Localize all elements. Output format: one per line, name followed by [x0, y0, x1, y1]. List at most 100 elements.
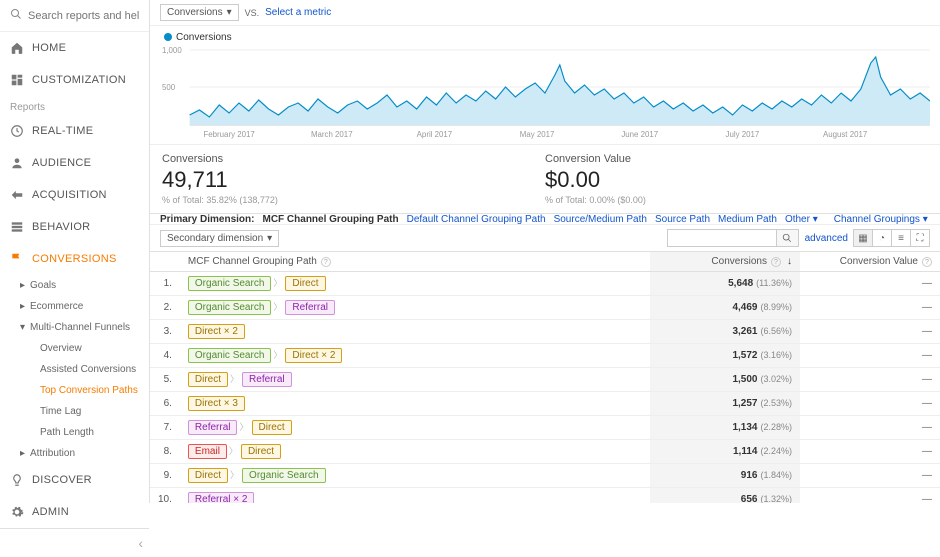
col-conversions-header[interactable]: Conversions?↓ — [650, 252, 800, 272]
chevron-down-icon: ▾ — [227, 7, 232, 18]
col-value-header[interactable]: Conversion Value? — [800, 252, 940, 272]
row-value: — — [800, 440, 940, 464]
nav-home-label: HOME — [32, 42, 66, 54]
row-index: 7. — [150, 416, 180, 440]
channel-tag: Direct — [188, 372, 228, 387]
row-value: — — [800, 416, 940, 440]
row-path: Organic Search〉Direct — [180, 272, 650, 296]
view-toggles: ▦ ◔ ≡ ⛶ — [854, 229, 930, 247]
sub-mcf-assisted[interactable]: Assisted Conversions — [0, 359, 149, 380]
row-value: — — [800, 392, 940, 416]
path-arrow-icon: 〉 — [229, 444, 238, 457]
sub-ecommerce[interactable]: ▸Ecommerce — [0, 296, 149, 317]
table-search-button[interactable] — [777, 229, 799, 247]
sidebar-search[interactable] — [0, 0, 149, 32]
metric-dropdown[interactable]: Conversions▾ — [160, 4, 239, 21]
row-path: Email〉Direct — [180, 440, 650, 464]
help-icon: ? — [321, 257, 331, 267]
row-conversions: 1,257(2.53%) — [650, 392, 800, 416]
sub-mcf-time-lag[interactable]: Time Lag — [0, 401, 149, 422]
view-percentage-button[interactable]: ◔ — [872, 229, 892, 247]
table-row[interactable]: 8.Email〉Direct1,114(2.24%)— — [150, 440, 940, 464]
acquisition-icon — [10, 188, 24, 202]
primary-dimension-row: Primary Dimension: MCF Channel Grouping … — [150, 214, 940, 225]
nav-behavior[interactable]: BEHAVIOR — [0, 211, 149, 243]
table-row[interactable]: 5.Direct〉Referral1,500(3.02%)— — [150, 368, 940, 392]
view-pivot-button[interactable]: ⛶ — [910, 229, 930, 247]
path-arrow-icon: 〉 — [230, 372, 239, 385]
chevron-down-icon: ▾ — [267, 233, 272, 244]
sub-mcf-top-paths[interactable]: Top Conversion Paths — [0, 380, 149, 401]
conversions-chart: 1,000 500 February 2017March 2017April 2… — [160, 45, 930, 140]
row-path: Referral〉Direct — [180, 416, 650, 440]
row-value: — — [800, 464, 940, 488]
row-path: Organic Search〉Direct × 2 — [180, 344, 650, 368]
table-row[interactable]: 7.Referral〉Direct1,134(2.28%)— — [150, 416, 940, 440]
svg-text:July 2017: July 2017 — [726, 130, 760, 139]
help-icon: ? — [922, 257, 932, 267]
search-input[interactable] — [28, 10, 139, 22]
sub-mcf-path-length[interactable]: Path Length — [0, 422, 149, 443]
nav-audience[interactable]: AUDIENCE — [0, 147, 149, 179]
channel-tag: Direct × 3 — [188, 396, 245, 411]
dim-link[interactable]: Source/Medium Path — [554, 214, 647, 225]
channel-tag: Referral × 2 — [188, 492, 255, 503]
nav-admin[interactable]: ADMIN — [0, 496, 149, 528]
row-index: 6. — [150, 392, 180, 416]
col-path-header[interactable]: MCF Channel Grouping Path? — [180, 252, 650, 272]
nav-conversions[interactable]: CONVERSIONS — [0, 243, 149, 275]
sidebar-collapse-button[interactable]: ‹ — [0, 528, 149, 557]
nav-realtime[interactable]: REAL-TIME — [0, 115, 149, 147]
search-icon — [10, 8, 22, 23]
table-row[interactable]: 6. Direct × 3 1,257(2.53%)— — [150, 392, 940, 416]
sub-mcf[interactable]: ▾Multi-Channel Funnels — [0, 317, 149, 338]
channel-tag: Direct × 2 — [285, 348, 342, 363]
nav-conversions-label: CONVERSIONS — [32, 253, 117, 265]
dashboard-icon — [10, 73, 24, 87]
legend-color — [164, 33, 172, 41]
view-performance-button[interactable]: ≡ — [891, 229, 911, 247]
paths-table: MCF Channel Grouping Path? Conversions?↓… — [150, 252, 940, 503]
table-row[interactable]: 2.Organic Search〉Referral4,469(8.99%)— — [150, 296, 940, 320]
table-row[interactable]: 9.Direct〉Organic Search916(1.84%)— — [150, 464, 940, 488]
secondary-dimension-dropdown[interactable]: Secondary dimension▾ — [160, 230, 279, 247]
summary-value-label: Conversion Value — [545, 153, 928, 165]
dim-link[interactable]: Other ▾ — [785, 214, 818, 225]
dim-link[interactable]: Default Channel Grouping Path — [407, 214, 546, 225]
nav-admin-label: ADMIN — [32, 506, 69, 518]
sub-mcf-overview[interactable]: Overview — [0, 338, 149, 359]
nav-discover-label: DISCOVER — [32, 474, 92, 486]
table-search — [667, 229, 799, 247]
chart-controls: Conversions▾ VS. Select a metric — [150, 0, 940, 26]
channel-tag: Organic Search — [188, 300, 271, 315]
sub-goals[interactable]: ▸Goals — [0, 275, 149, 296]
table-row[interactable]: 4.Organic Search〉Direct × 21,572(3.16%)— — [150, 344, 940, 368]
table-search-input[interactable] — [667, 229, 777, 247]
summary-conversions-value: 49,711 — [162, 167, 545, 193]
table-row[interactable]: 3.Direct × 23,261(6.56%)— — [150, 320, 940, 344]
path-arrow-icon: 〉 — [239, 420, 248, 433]
channel-tag: Organic Search — [188, 348, 271, 363]
dim-link[interactable]: Medium Path — [718, 214, 777, 225]
nav-customization[interactable]: CUSTOMIZATION — [0, 64, 149, 96]
select-metric-link[interactable]: Select a metric — [265, 7, 331, 18]
sub-attribution[interactable]: ▸Attribution — [0, 443, 149, 464]
dim-link[interactable]: Source Path — [655, 214, 710, 225]
summary-value-sub: % of Total: 0.00% ($0.00) — [545, 195, 928, 205]
row-value: — — [800, 296, 940, 320]
channel-groupings-link[interactable]: Channel Groupings ▾ — [834, 214, 928, 225]
svg-text:March 2017: March 2017 — [311, 130, 353, 139]
nav-home[interactable]: HOME — [0, 32, 149, 64]
channel-tag: Organic Search — [188, 276, 271, 291]
table-row[interactable]: 1.Organic Search〉Direct5,648(11.36%)— — [150, 272, 940, 296]
row-conversions: 3,261(6.56%) — [650, 320, 800, 344]
sort-arrow-icon: ↓ — [787, 256, 792, 267]
view-table-button[interactable]: ▦ — [853, 229, 873, 247]
chart-area: Conversions 1,000 500 February 2017March… — [150, 26, 940, 140]
nav-acquisition[interactable]: ACQUISITION — [0, 179, 149, 211]
nav-discover[interactable]: DISCOVER — [0, 464, 149, 496]
row-path: Direct〉Referral — [180, 368, 650, 392]
advanced-link[interactable]: advanced — [805, 233, 848, 244]
table-row[interactable]: 10.Referral × 2656(1.32%)— — [150, 488, 940, 504]
row-index: 10. — [150, 488, 180, 504]
